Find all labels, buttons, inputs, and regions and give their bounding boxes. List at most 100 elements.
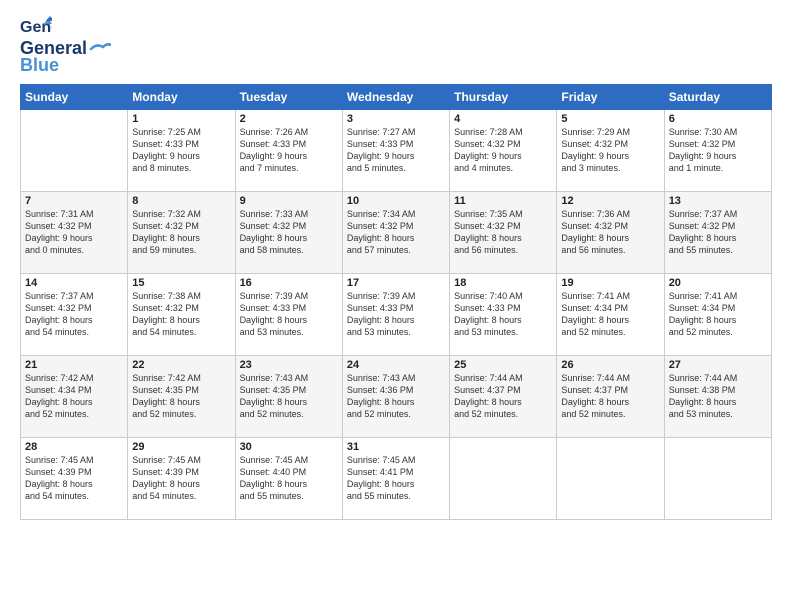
calendar-cell: 12Sunrise: 7:36 AM Sunset: 4:32 PM Dayli… — [557, 192, 664, 274]
day-number: 6 — [669, 113, 767, 125]
calendar-cell — [450, 438, 557, 520]
calendar-cell: 30Sunrise: 7:45 AM Sunset: 4:40 PM Dayli… — [235, 438, 342, 520]
calendar-cell: 21Sunrise: 7:42 AM Sunset: 4:34 PM Dayli… — [21, 356, 128, 438]
day-info: Sunrise: 7:44 AM Sunset: 4:37 PM Dayligh… — [454, 372, 552, 421]
day-number: 14 — [25, 277, 123, 289]
week-row-4: 21Sunrise: 7:42 AM Sunset: 4:34 PM Dayli… — [21, 356, 772, 438]
calendar-cell: 22Sunrise: 7:42 AM Sunset: 4:35 PM Dayli… — [128, 356, 235, 438]
calendar-cell: 23Sunrise: 7:43 AM Sunset: 4:35 PM Dayli… — [235, 356, 342, 438]
day-info: Sunrise: 7:42 AM Sunset: 4:34 PM Dayligh… — [25, 372, 123, 421]
logo-bird-icon — [89, 41, 111, 57]
day-info: Sunrise: 7:29 AM Sunset: 4:32 PM Dayligh… — [561, 126, 659, 175]
day-info: Sunrise: 7:41 AM Sunset: 4:34 PM Dayligh… — [561, 290, 659, 339]
day-info: Sunrise: 7:30 AM Sunset: 4:32 PM Dayligh… — [669, 126, 767, 175]
day-number: 3 — [347, 113, 445, 125]
day-info: Sunrise: 7:34 AM Sunset: 4:32 PM Dayligh… — [347, 208, 445, 257]
logo: General General Blue — [20, 16, 111, 76]
calendar-cell: 5Sunrise: 7:29 AM Sunset: 4:32 PM Daylig… — [557, 110, 664, 192]
day-number: 16 — [240, 277, 338, 289]
day-number: 25 — [454, 359, 552, 371]
logo-icon: General — [20, 16, 52, 38]
day-number: 17 — [347, 277, 445, 289]
day-info: Sunrise: 7:37 AM Sunset: 4:32 PM Dayligh… — [669, 208, 767, 257]
day-info: Sunrise: 7:33 AM Sunset: 4:32 PM Dayligh… — [240, 208, 338, 257]
calendar-cell: 10Sunrise: 7:34 AM Sunset: 4:32 PM Dayli… — [342, 192, 449, 274]
day-info: Sunrise: 7:45 AM Sunset: 4:39 PM Dayligh… — [132, 454, 230, 503]
day-info: Sunrise: 7:44 AM Sunset: 4:37 PM Dayligh… — [561, 372, 659, 421]
day-info: Sunrise: 7:45 AM Sunset: 4:39 PM Dayligh… — [25, 454, 123, 503]
logo-blue: Blue — [20, 55, 59, 76]
day-info: Sunrise: 7:43 AM Sunset: 4:36 PM Dayligh… — [347, 372, 445, 421]
weekday-header-monday: Monday — [128, 85, 235, 110]
day-number: 9 — [240, 195, 338, 207]
day-info: Sunrise: 7:32 AM Sunset: 4:32 PM Dayligh… — [132, 208, 230, 257]
day-info: Sunrise: 7:36 AM Sunset: 4:32 PM Dayligh… — [561, 208, 659, 257]
day-info: Sunrise: 7:38 AM Sunset: 4:32 PM Dayligh… — [132, 290, 230, 339]
day-number: 31 — [347, 441, 445, 453]
calendar-cell: 17Sunrise: 7:39 AM Sunset: 4:33 PM Dayli… — [342, 274, 449, 356]
day-number: 24 — [347, 359, 445, 371]
calendar-cell — [557, 438, 664, 520]
day-number: 26 — [561, 359, 659, 371]
day-number: 29 — [132, 441, 230, 453]
calendar-cell: 28Sunrise: 7:45 AM Sunset: 4:39 PM Dayli… — [21, 438, 128, 520]
day-info: Sunrise: 7:39 AM Sunset: 4:33 PM Dayligh… — [347, 290, 445, 339]
calendar-cell: 25Sunrise: 7:44 AM Sunset: 4:37 PM Dayli… — [450, 356, 557, 438]
calendar-cell: 8Sunrise: 7:32 AM Sunset: 4:32 PM Daylig… — [128, 192, 235, 274]
calendar-cell: 6Sunrise: 7:30 AM Sunset: 4:32 PM Daylig… — [664, 110, 771, 192]
day-info: Sunrise: 7:37 AM Sunset: 4:32 PM Dayligh… — [25, 290, 123, 339]
calendar-cell: 14Sunrise: 7:37 AM Sunset: 4:32 PM Dayli… — [21, 274, 128, 356]
week-row-2: 7Sunrise: 7:31 AM Sunset: 4:32 PM Daylig… — [21, 192, 772, 274]
day-number: 20 — [669, 277, 767, 289]
day-number: 5 — [561, 113, 659, 125]
header: General General Blue — [20, 16, 772, 76]
day-number: 4 — [454, 113, 552, 125]
day-number: 10 — [347, 195, 445, 207]
day-number: 28 — [25, 441, 123, 453]
calendar-cell: 13Sunrise: 7:37 AM Sunset: 4:32 PM Dayli… — [664, 192, 771, 274]
weekday-header-friday: Friday — [557, 85, 664, 110]
day-number: 8 — [132, 195, 230, 207]
day-info: Sunrise: 7:35 AM Sunset: 4:32 PM Dayligh… — [454, 208, 552, 257]
week-row-1: 1Sunrise: 7:25 AM Sunset: 4:33 PM Daylig… — [21, 110, 772, 192]
calendar-cell: 26Sunrise: 7:44 AM Sunset: 4:37 PM Dayli… — [557, 356, 664, 438]
day-info: Sunrise: 7:42 AM Sunset: 4:35 PM Dayligh… — [132, 372, 230, 421]
calendar-cell: 15Sunrise: 7:38 AM Sunset: 4:32 PM Dayli… — [128, 274, 235, 356]
calendar-cell: 1Sunrise: 7:25 AM Sunset: 4:33 PM Daylig… — [128, 110, 235, 192]
page: General General Blue SundayMondayTuesday… — [0, 0, 792, 612]
day-number: 2 — [240, 113, 338, 125]
calendar-cell: 3Sunrise: 7:27 AM Sunset: 4:33 PM Daylig… — [342, 110, 449, 192]
calendar-cell: 19Sunrise: 7:41 AM Sunset: 4:34 PM Dayli… — [557, 274, 664, 356]
weekday-header-thursday: Thursday — [450, 85, 557, 110]
weekday-header-row: SundayMondayTuesdayWednesdayThursdayFrid… — [21, 85, 772, 110]
calendar-cell: 20Sunrise: 7:41 AM Sunset: 4:34 PM Dayli… — [664, 274, 771, 356]
calendar-cell: 9Sunrise: 7:33 AM Sunset: 4:32 PM Daylig… — [235, 192, 342, 274]
calendar-cell: 11Sunrise: 7:35 AM Sunset: 4:32 PM Dayli… — [450, 192, 557, 274]
day-number: 7 — [25, 195, 123, 207]
day-info: Sunrise: 7:44 AM Sunset: 4:38 PM Dayligh… — [669, 372, 767, 421]
weekday-header-wednesday: Wednesday — [342, 85, 449, 110]
day-number: 23 — [240, 359, 338, 371]
calendar-cell: 2Sunrise: 7:26 AM Sunset: 4:33 PM Daylig… — [235, 110, 342, 192]
weekday-header-sunday: Sunday — [21, 85, 128, 110]
day-number: 19 — [561, 277, 659, 289]
calendar-cell: 18Sunrise: 7:40 AM Sunset: 4:33 PM Dayli… — [450, 274, 557, 356]
day-info: Sunrise: 7:26 AM Sunset: 4:33 PM Dayligh… — [240, 126, 338, 175]
day-info: Sunrise: 7:41 AM Sunset: 4:34 PM Dayligh… — [669, 290, 767, 339]
day-number: 22 — [132, 359, 230, 371]
day-number: 11 — [454, 195, 552, 207]
day-number: 13 — [669, 195, 767, 207]
day-info: Sunrise: 7:27 AM Sunset: 4:33 PM Dayligh… — [347, 126, 445, 175]
calendar-cell: 4Sunrise: 7:28 AM Sunset: 4:32 PM Daylig… — [450, 110, 557, 192]
day-number: 21 — [25, 359, 123, 371]
calendar-cell — [664, 438, 771, 520]
calendar-cell: 7Sunrise: 7:31 AM Sunset: 4:32 PM Daylig… — [21, 192, 128, 274]
weekday-header-saturday: Saturday — [664, 85, 771, 110]
calendar-cell: 29Sunrise: 7:45 AM Sunset: 4:39 PM Dayli… — [128, 438, 235, 520]
day-info: Sunrise: 7:45 AM Sunset: 4:40 PM Dayligh… — [240, 454, 338, 503]
day-info: Sunrise: 7:40 AM Sunset: 4:33 PM Dayligh… — [454, 290, 552, 339]
day-number: 15 — [132, 277, 230, 289]
calendar-cell: 31Sunrise: 7:45 AM Sunset: 4:41 PM Dayli… — [342, 438, 449, 520]
day-info: Sunrise: 7:31 AM Sunset: 4:32 PM Dayligh… — [25, 208, 123, 257]
day-info: Sunrise: 7:25 AM Sunset: 4:33 PM Dayligh… — [132, 126, 230, 175]
